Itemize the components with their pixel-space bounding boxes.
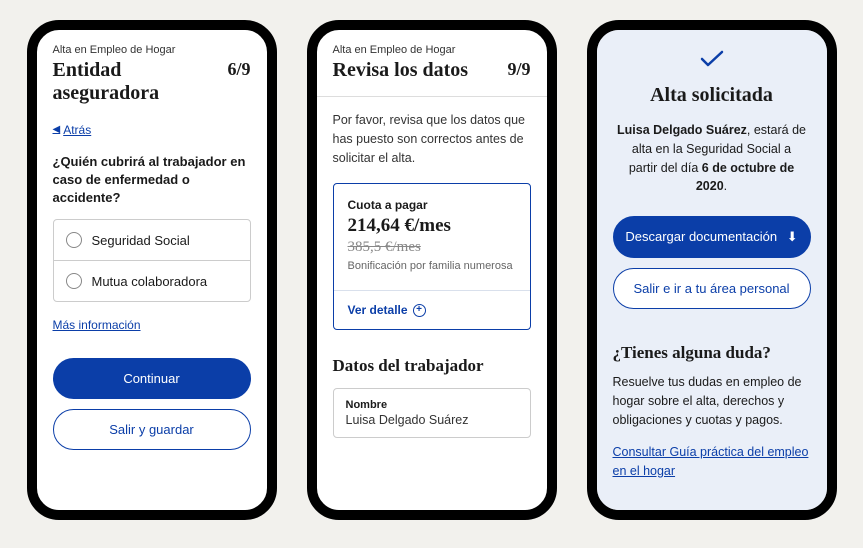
breadcrumb: Alta en Empleo de Hogar bbox=[333, 44, 531, 56]
quota-card: Cuota a pagar 214,64 €/mes 385,5 €/mes B… bbox=[333, 183, 531, 330]
radio-icon bbox=[66, 273, 82, 289]
screen-revisa-datos: Alta en Empleo de Hogar Revisa los datos… bbox=[317, 30, 547, 510]
plus-circle-icon: + bbox=[413, 304, 426, 317]
radio-group-coverage: Seguridad Social Mutua colaboradora bbox=[53, 219, 251, 302]
section-heading-worker: Datos del trabajador bbox=[333, 356, 531, 376]
worker-name: Luisa Delgado Suárez bbox=[617, 123, 747, 137]
form-question: ¿Quién cubrirá al trabajador en caso de … bbox=[53, 153, 251, 208]
download-button[interactable]: Descargar documentación ⬇ bbox=[613, 216, 811, 258]
download-icon: ⬇ bbox=[787, 229, 798, 244]
faq-text: Resuelve tus dudas en empleo de hogar so… bbox=[613, 373, 811, 429]
screen-entidad-aseguradora: Alta en Empleo de Hogar Entidad asegurad… bbox=[37, 30, 267, 510]
save-exit-button[interactable]: Salir y guardar bbox=[53, 409, 251, 450]
quota-label: Cuota a pagar bbox=[348, 198, 516, 212]
breadcrumb: Alta en Empleo de Hogar bbox=[53, 44, 251, 56]
radio-label: Mutua colaboradora bbox=[92, 274, 208, 289]
field-label: Nombre bbox=[346, 399, 518, 411]
step-indicator: 9/9 bbox=[507, 59, 530, 80]
quota-old-amount: 385,5 €/mes bbox=[348, 239, 516, 256]
more-info-link[interactable]: Más información bbox=[53, 318, 141, 332]
page-title: Revisa los datos bbox=[333, 59, 469, 82]
divider bbox=[317, 96, 547, 97]
page-title: Entidad aseguradora bbox=[53, 59, 218, 105]
quota-note: Bonificación por familia numerosa bbox=[348, 260, 516, 272]
download-label: Descargar documentación bbox=[625, 229, 777, 244]
quota-detail-link[interactable]: Ver detalle + bbox=[334, 290, 530, 329]
back-label: Atrás bbox=[63, 123, 91, 137]
phone-step-9: Alta en Empleo de Hogar Revisa los datos… bbox=[307, 20, 557, 520]
field-nombre: Nombre Luisa Delgado Suárez bbox=[333, 388, 531, 438]
radio-option-seguridad-social[interactable]: Seguridad Social bbox=[54, 220, 250, 260]
check-icon bbox=[700, 51, 724, 73]
start-date: 6 de octubre de 2020 bbox=[696, 161, 794, 194]
chevron-left-icon: ◀ bbox=[53, 124, 61, 135]
quota-amount: 214,64 €/mes bbox=[348, 215, 516, 237]
faq-link[interactable]: Consultar Guía práctica del empleo en el… bbox=[613, 443, 811, 481]
radio-icon bbox=[66, 232, 82, 248]
radio-option-mutua[interactable]: Mutua colaboradora bbox=[54, 260, 250, 301]
quota-detail-label: Ver detalle bbox=[348, 303, 408, 317]
intro-text: Por favor, revisa que los datos que has … bbox=[333, 111, 531, 167]
phone-step-6: Alta en Empleo de Hogar Entidad asegurad… bbox=[27, 20, 277, 520]
back-link[interactable]: ◀ Atrás bbox=[53, 123, 92, 137]
step-indicator: 6/9 bbox=[227, 59, 250, 80]
screen-alta-solicitada: Alta solicitada Luisa Delgado Suárez, es… bbox=[597, 30, 827, 510]
check-icon-wrap bbox=[613, 44, 811, 74]
continue-button[interactable]: Continuar bbox=[53, 358, 251, 399]
success-text: Luisa Delgado Suárez, estará de alta en … bbox=[613, 121, 811, 196]
field-value: Luisa Delgado Suárez bbox=[346, 413, 518, 427]
phone-success: Alta solicitada Luisa Delgado Suárez, es… bbox=[587, 20, 837, 520]
radio-label: Seguridad Social bbox=[92, 233, 190, 248]
faq-title: ¿Tienes alguna duda? bbox=[613, 343, 811, 363]
goto-area-button[interactable]: Salir e ir a tu área personal bbox=[613, 268, 811, 309]
faq-block: ¿Tienes alguna duda? Resuelve tus dudas … bbox=[613, 343, 811, 481]
success-title: Alta solicitada bbox=[613, 84, 811, 107]
